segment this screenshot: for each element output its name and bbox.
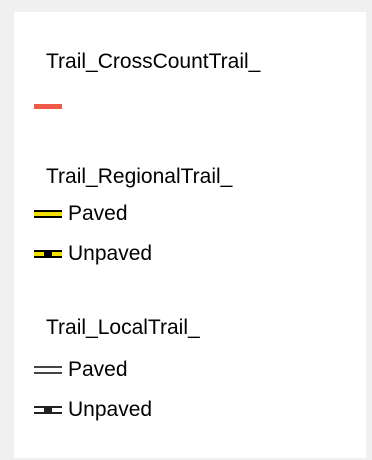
- local-paved-symbol: [34, 363, 62, 377]
- regional-unpaved-symbol: [34, 247, 62, 261]
- legend-item-regional-paved: Paved: [34, 202, 128, 226]
- local-unpaved-symbol: [34, 403, 62, 417]
- crosscount-trail-symbol: [34, 99, 62, 113]
- legend-group-title-crosscount: Trail_CrossCountTrail_: [46, 50, 261, 73]
- regional-unpaved-label: Unpaved: [68, 242, 153, 265]
- legend-item-local-paved: Paved: [34, 358, 128, 382]
- legend-panel: Trail_CrossCountTrail_ Trail_RegionalTra…: [14, 12, 366, 458]
- local-paved-label: Paved: [68, 358, 128, 381]
- legend-item-crosscount: [34, 94, 68, 118]
- legend-item-regional-unpaved: Unpaved: [34, 242, 152, 266]
- legend-group-title-regional: Trail_RegionalTrail_: [46, 165, 233, 188]
- legend-item-local-unpaved: Unpaved: [34, 398, 152, 422]
- regional-paved-symbol: [34, 207, 62, 221]
- local-unpaved-label: Unpaved: [68, 398, 153, 421]
- legend-group-title-local: Trail_LocalTrail_: [46, 316, 200, 339]
- regional-paved-label: Paved: [68, 202, 128, 225]
